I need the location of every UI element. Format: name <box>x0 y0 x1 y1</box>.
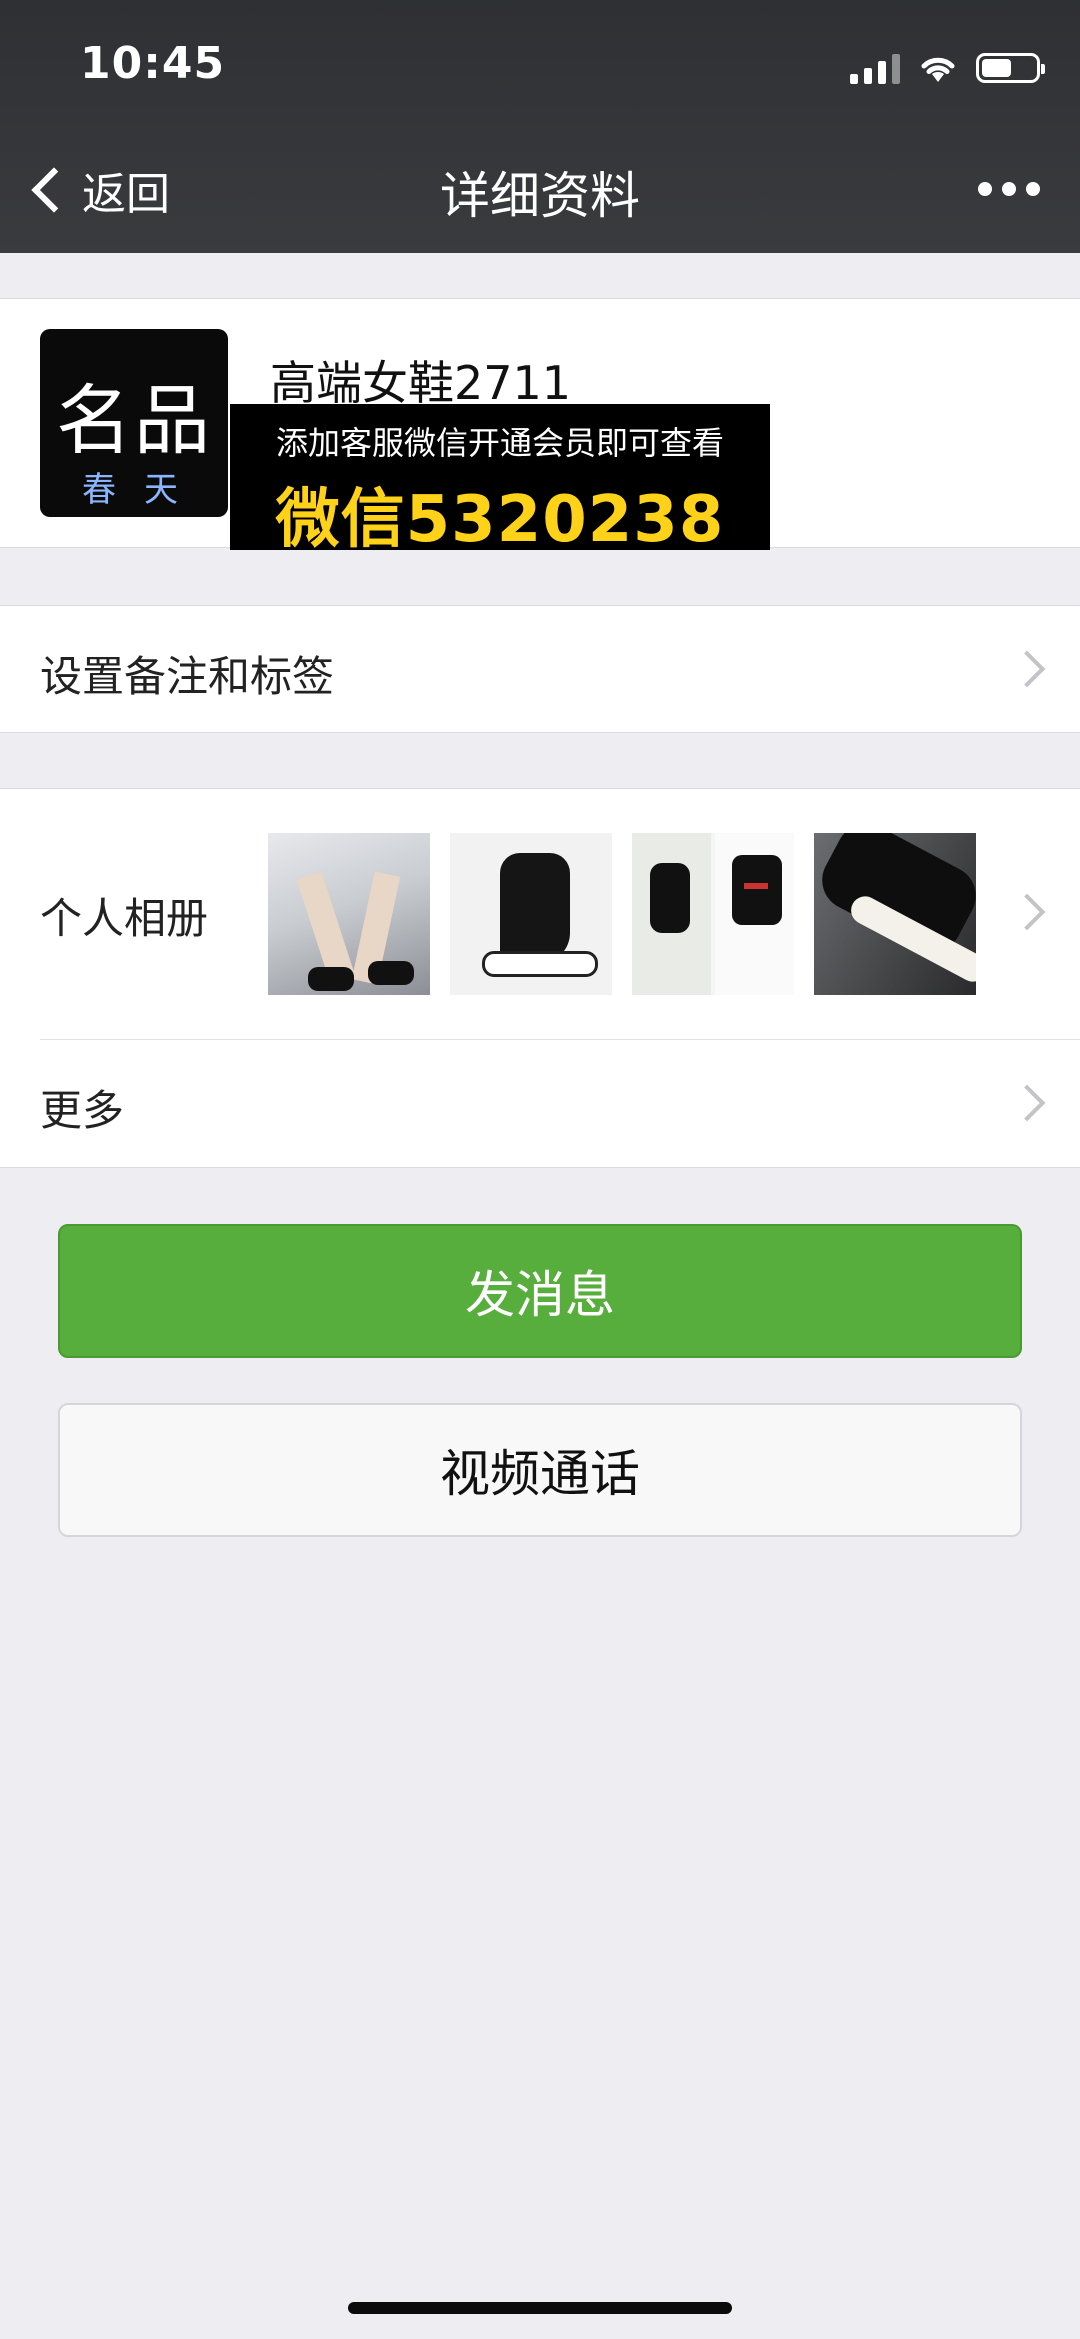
page-title: 详细资料 <box>440 167 640 225</box>
album-row[interactable]: 个人相册 <box>0 789 1080 1039</box>
promo-line2: 微信5320238 <box>275 483 725 557</box>
album-photo-2[interactable] <box>450 833 612 995</box>
album-photo-1[interactable] <box>268 833 430 995</box>
avatar[interactable]: 名品 春天 <box>40 329 228 517</box>
album-photo-3[interactable] <box>632 833 794 995</box>
wifi-icon <box>921 57 955 82</box>
album-card: 个人相册 更多 <box>0 788 1080 1168</box>
send-message-button[interactable]: 发消息 <box>58 1224 1022 1358</box>
status-icons <box>850 48 1045 88</box>
set-remark-row[interactable]: 设置备注和标签 <box>0 605 1080 733</box>
album-label: 个人相册 <box>40 894 209 943</box>
chevron-right-icon <box>1008 1084 1046 1122</box>
video-call-button[interactable]: 视频通话 <box>58 1403 1022 1537</box>
more-dots-icon[interactable] <box>978 182 1040 196</box>
promo-line1: 添加客服微信开通会员即可查看 <box>275 424 724 462</box>
avatar-text-small: 春天 <box>82 470 206 510</box>
album-photo-4[interactable] <box>814 833 976 995</box>
status-time: 10:45 <box>80 38 226 89</box>
chevron-right-icon <box>1008 893 1046 931</box>
avatar-text-large: 名品 <box>56 376 212 465</box>
battery-icon <box>976 53 1045 83</box>
home-indicator[interactable] <box>348 2302 732 2314</box>
more-row[interactable]: 更多 <box>0 1040 1080 1166</box>
more-label: 更多 <box>40 1086 125 1135</box>
chevron-right-icon <box>1008 650 1046 688</box>
promo-banner: 添加客服微信开通会员即可查看 微信5320238 <box>230 404 770 557</box>
set-remark-label: 设置备注和标签 <box>40 652 335 701</box>
navigation-bar: 10:45 返回 详细资料 <box>0 0 1080 253</box>
album-thumbnails <box>268 833 976 995</box>
signal-icon <box>850 52 900 84</box>
profile-card: 名品 春天 高端女鞋2711 添加客服微信开通会员即可查看 微信5320238 <box>0 298 1080 557</box>
